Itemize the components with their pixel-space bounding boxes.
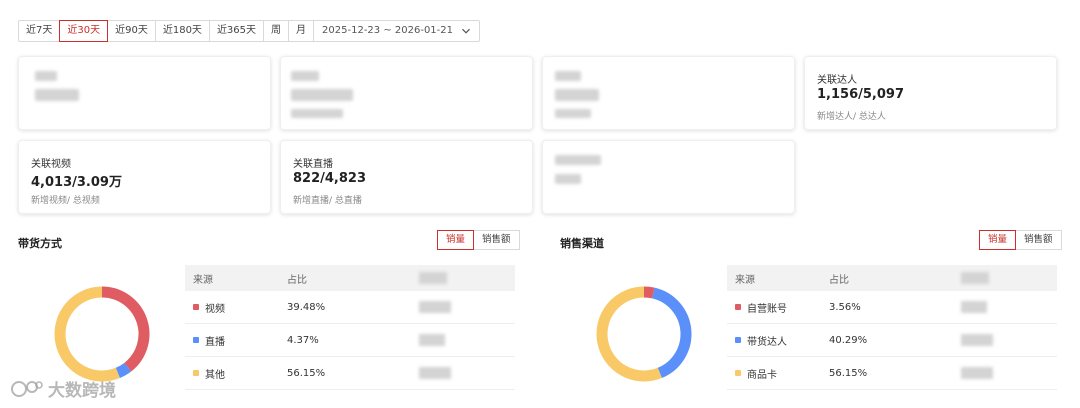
linked-creators-card: 关联达人 1,156/5,097 新增达人/ 总达人 xyxy=(804,56,1057,130)
range-7d-button[interactable]: 近7天 xyxy=(18,20,61,42)
amount-toggle-button[interactable]: 销售额 xyxy=(1015,230,1062,250)
blurred-metric-card-1 xyxy=(18,56,271,130)
card-label: 关联直播 xyxy=(293,159,333,170)
legend-swatch xyxy=(735,370,741,376)
blurred-sub xyxy=(555,109,591,118)
watermark-text: 大数跨境 xyxy=(48,381,116,401)
card-value: 822/4,823 xyxy=(293,171,367,186)
sales-method-donut-chart xyxy=(54,286,150,382)
range-365d-button[interactable]: 近365天 xyxy=(208,20,265,42)
source-name: 视频 xyxy=(205,303,225,315)
table-header: 来源 占比 xyxy=(727,265,1057,291)
logo-icon xyxy=(11,380,43,397)
legend-swatch xyxy=(193,337,199,343)
table-row: 视频 39.48% xyxy=(185,291,515,324)
date-range-picker[interactable]: 2025-12-23 ~ 2026-01-21 xyxy=(313,20,480,42)
card-label: 关联视频 xyxy=(31,159,71,170)
legend-swatch xyxy=(735,304,741,310)
card-value: 1,156/5,097 xyxy=(817,87,904,102)
share-column-header: 占比 xyxy=(287,274,307,286)
donut-slice-自营账号[interactable] xyxy=(643,286,655,299)
date-range-filter: 近7天 近30天 近90天 近180天 近365天 周 月 2025-12-23… xyxy=(18,20,480,42)
source-name: 商品卡 xyxy=(747,369,777,381)
blurred-metric-card-2 xyxy=(280,56,533,130)
donut-slice-直播[interactable] xyxy=(115,362,132,378)
blurred-cell xyxy=(417,324,515,356)
linked-live-card: 关联直播 822/4,823 新增直播/ 总直播 xyxy=(280,140,533,214)
blurred-column-header xyxy=(959,265,1057,291)
table-row: 带货达人 40.29% xyxy=(727,324,1057,357)
legend-swatch xyxy=(735,337,741,343)
range-30d-button[interactable]: 近30天 xyxy=(59,20,109,42)
blurred-cell xyxy=(417,357,515,389)
blurred-sub xyxy=(291,109,343,118)
legend-swatch xyxy=(193,370,199,376)
table-row: 其他 56.15% xyxy=(185,357,515,390)
share-column-header: 占比 xyxy=(829,274,849,286)
source-name: 其他 xyxy=(205,369,225,381)
blurred-value xyxy=(35,89,79,101)
amount-toggle-button[interactable]: 销售额 xyxy=(473,230,520,250)
date-range-text: 2025-12-23 ~ 2026-01-21 xyxy=(322,25,453,36)
source-name: 自营账号 xyxy=(747,303,787,315)
sales-channel-metric-toggle: 销量 销售额 xyxy=(979,230,1062,250)
blurred-value xyxy=(555,174,581,184)
source-column-header: 来源 xyxy=(193,274,213,286)
blurred-label xyxy=(35,71,57,81)
card-label: 关联达人 xyxy=(817,75,857,86)
blurred-cell xyxy=(959,357,1057,389)
range-month-button[interactable]: 月 xyxy=(288,20,315,42)
blurred-label xyxy=(555,71,581,81)
donut-slice-带货达人[interactable] xyxy=(651,287,692,378)
watermark: 大数跨境 xyxy=(10,376,116,401)
linked-videos-card: 关联视频 4,013/3.09万 新增视频/ 总视频 xyxy=(18,140,271,214)
share-value: 4.37% xyxy=(287,334,319,346)
blurred-metric-card-4 xyxy=(542,140,795,214)
blurred-metric-card-3 xyxy=(542,56,795,130)
donut-slice-视频[interactable] xyxy=(101,286,150,372)
card-sub-label: 新增视频/ 总视频 xyxy=(31,196,100,206)
source-name: 直播 xyxy=(205,336,225,348)
blurred-cell xyxy=(959,324,1057,356)
sales-method-table: 来源 占比 视频 39.48% 直播 4.37% 其他 56.15% xyxy=(185,265,515,390)
blurred-column-header xyxy=(417,265,515,291)
blurred-label xyxy=(291,71,319,81)
source-column-header: 来源 xyxy=(735,274,755,286)
share-value: 56.15% xyxy=(829,367,868,379)
blurred-cell xyxy=(417,291,515,323)
share-value: 56.15% xyxy=(287,367,326,379)
legend-swatch xyxy=(193,304,199,310)
share-value: 40.29% xyxy=(829,334,868,346)
blurred-label xyxy=(555,155,601,165)
sales-method-title: 带货方式 xyxy=(18,237,62,250)
source-name: 带货达人 xyxy=(747,336,787,348)
donut-slice-其他[interactable] xyxy=(54,286,120,382)
donut-slice-商品卡[interactable] xyxy=(596,286,662,382)
card-sub-label: 新增直播/ 总直播 xyxy=(293,196,362,206)
blurred-value xyxy=(555,89,599,101)
blurred-cell xyxy=(959,291,1057,323)
volume-toggle-button[interactable]: 销量 xyxy=(437,230,475,250)
volume-toggle-button[interactable]: 销量 xyxy=(979,230,1017,250)
range-90d-button[interactable]: 近90天 xyxy=(107,20,156,42)
table-row: 直播 4.37% xyxy=(185,324,515,357)
table-header: 来源 占比 xyxy=(185,265,515,291)
chevron-down-icon xyxy=(462,28,470,34)
range-week-button[interactable]: 周 xyxy=(263,20,290,42)
share-value: 3.56% xyxy=(829,301,861,313)
blurred-value xyxy=(291,89,353,101)
range-180d-button[interactable]: 近180天 xyxy=(154,20,210,42)
sales-channel-table: 来源 占比 自营账号 3.56% 带货达人 40.29% 商品卡 56.15% xyxy=(727,265,1057,390)
table-row: 商品卡 56.15% xyxy=(727,357,1057,390)
table-row: 自营账号 3.56% xyxy=(727,291,1057,324)
sales-channel-donut-chart xyxy=(596,286,692,382)
card-value: 4,013/3.09万 xyxy=(31,175,122,190)
sales-channel-title: 销售渠道 xyxy=(560,237,604,250)
card-sub-label: 新增达人/ 总达人 xyxy=(817,112,886,122)
share-value: 39.48% xyxy=(287,301,326,313)
sales-method-metric-toggle: 销量 销售额 xyxy=(437,230,520,250)
